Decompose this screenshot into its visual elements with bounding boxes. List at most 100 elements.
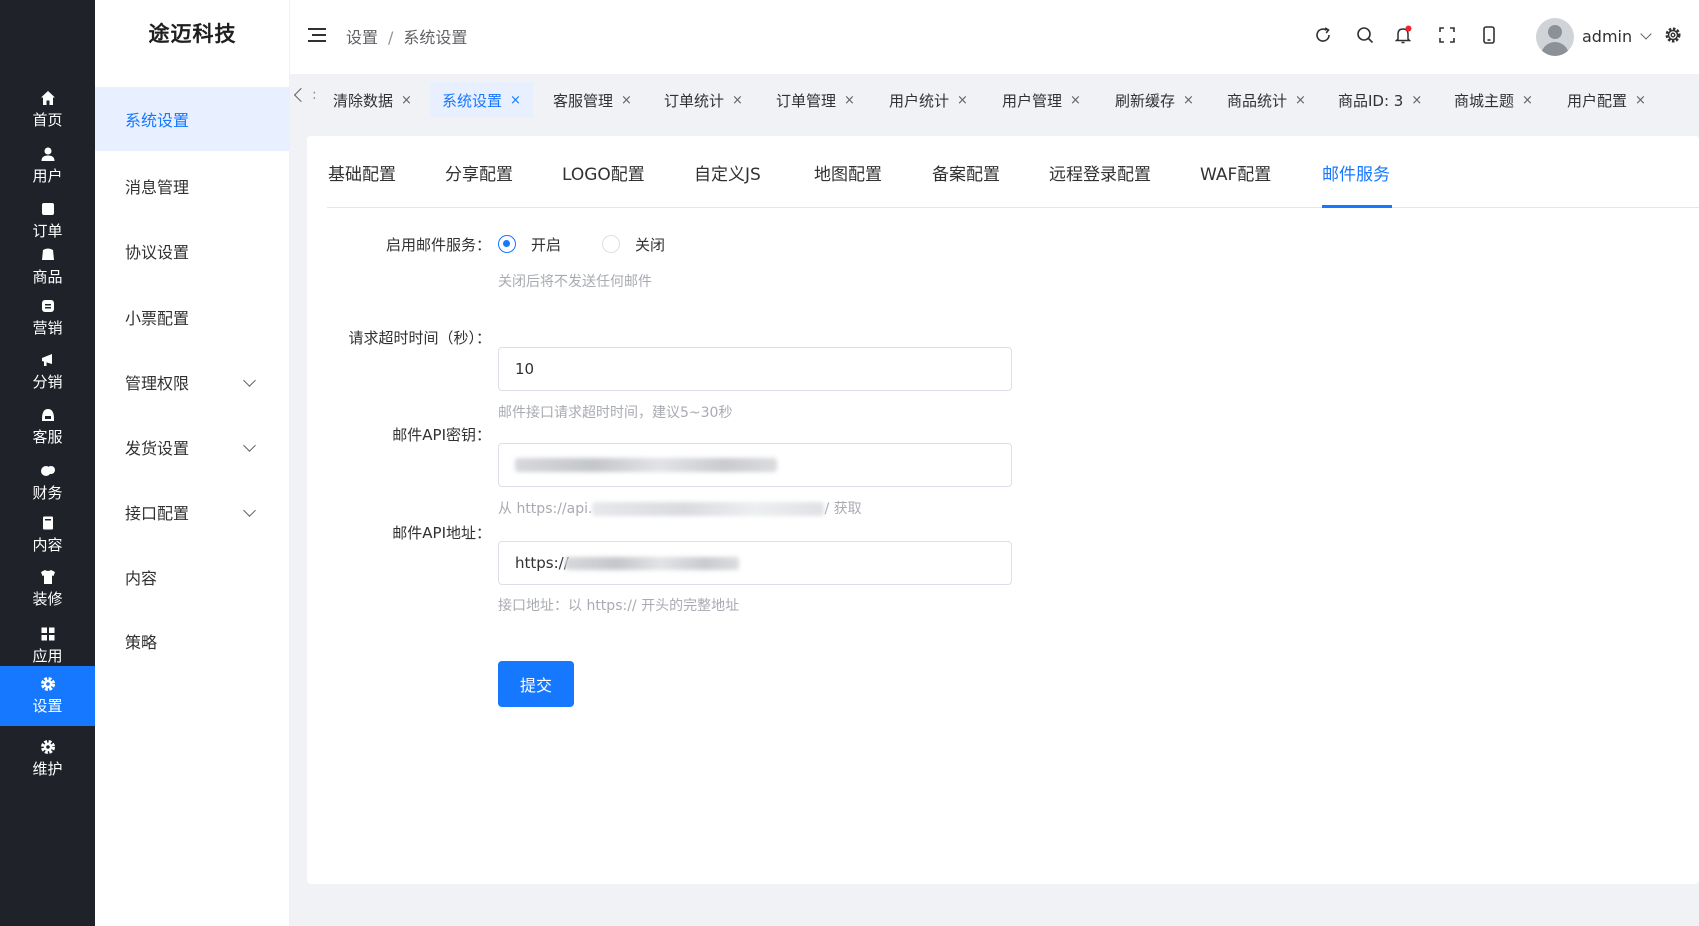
sidebar-item-interface[interactable]: 接口配置 — [95, 480, 290, 544]
timeout-input[interactable] — [498, 347, 1012, 391]
tab-mall-theme[interactable]: 商城主题 × — [1442, 82, 1545, 118]
rail-item-customer-service[interactable]: 客服 — [0, 396, 95, 458]
close-icon[interactable]: × — [1411, 93, 1422, 108]
rail-item-maintenance[interactable]: 维护 — [0, 728, 95, 790]
rail-item-user[interactable]: 用户 — [0, 135, 95, 197]
enable-mail-label: 启用邮件服务： — [385, 236, 491, 254]
breadcrumb-item[interactable]: 设置 — [346, 28, 378, 47]
close-icon[interactable]: × — [1295, 93, 1306, 108]
content-icon — [39, 515, 57, 531]
avatar[interactable] — [1536, 18, 1574, 56]
tab-order-management[interactable]: 订单管理 × — [764, 82, 867, 118]
close-icon[interactable]: × — [621, 93, 632, 108]
fullscreen-icon[interactable] — [1436, 24, 1458, 46]
tab-refresh-cache[interactable]: 刷新缓存 × — [1103, 82, 1206, 118]
breadcrumb-separator: / — [388, 28, 394, 47]
tab-label: 订单管理 — [776, 91, 837, 110]
close-icon[interactable]: × — [510, 93, 521, 108]
sidebar-item-receipt[interactable]: 小票配置 — [95, 285, 290, 349]
rail-item-content[interactable]: 内容 — [0, 504, 95, 566]
api-key-hint: 从 https://api. / 获取 — [498, 498, 862, 518]
top-header: 设置 / 系统设置 admin — [290, 0, 1699, 74]
tab-label: 商城主题 — [1454, 91, 1515, 110]
breadcrumb: 设置 / 系统设置 — [346, 24, 467, 48]
rail-item-settings[interactable]: 设置 — [0, 666, 95, 726]
submit-button[interactable]: 提交 — [498, 661, 574, 707]
tab-label: 系统设置 — [442, 91, 503, 110]
tab-remote-login-config[interactable]: 远程登录配置 — [1049, 160, 1151, 185]
close-icon[interactable]: × — [401, 93, 412, 108]
api-key-hint-suffix: / 获取 — [824, 501, 862, 517]
close-icon[interactable]: × — [957, 93, 968, 108]
rail-item-distribution[interactable]: 分销 — [0, 341, 95, 403]
tab-basic-config[interactable]: 基础配置 — [328, 160, 396, 185]
rail-item-home[interactable]: 首页 — [0, 79, 95, 141]
sidebar-item-label: 管理权限 — [125, 374, 190, 393]
tab-mail-service[interactable]: 邮件服务 — [1322, 160, 1390, 185]
menu-toggle-icon[interactable] — [308, 28, 326, 42]
tab-share-config[interactable]: 分享配置 — [445, 160, 513, 185]
search-icon[interactable] — [1354, 24, 1376, 46]
tab-filing-config[interactable]: 备案配置 — [932, 160, 1000, 185]
tab-waf-config[interactable]: WAF配置 — [1200, 160, 1271, 185]
bell-icon[interactable] — [1392, 24, 1414, 46]
tab-clear-data[interactable]: 清除数据 × — [321, 82, 424, 118]
radio-enable-on[interactable] — [498, 235, 516, 253]
sidebar-item-label: 消息管理 — [125, 178, 190, 197]
close-icon[interactable]: × — [844, 93, 855, 108]
tab-label: 刷新缓存 — [1115, 91, 1176, 110]
api-key-label: 邮件API密钥： — [392, 426, 491, 444]
tab-user-stats[interactable]: 用户统计 × — [877, 82, 980, 118]
sidebar-item-content[interactable]: 内容 — [95, 545, 290, 609]
tab-product-stats[interactable]: 商品统计 × — [1215, 82, 1318, 118]
tab-user-config[interactable]: 用户配置 × — [1555, 82, 1658, 118]
rail-label: 财务 — [32, 484, 63, 502]
sidebar-item-permissions[interactable]: 管理权限 — [95, 350, 290, 414]
rail-label: 装修 — [32, 590, 63, 608]
close-icon[interactable]: × — [1522, 93, 1533, 108]
tabs-divider — [327, 207, 1699, 208]
main-nav-rail: 首页 用户 订单 商品 营销 分销 客服 财务 内容 装修 应用 设置 维护 — [0, 0, 95, 926]
close-icon[interactable]: × — [732, 93, 743, 108]
rail-label: 应用 — [32, 647, 63, 665]
rail-label: 维护 — [32, 760, 63, 778]
gear-icon[interactable] — [1662, 24, 1684, 46]
sidebar-item-label: 小票配置 — [125, 309, 190, 328]
order-icon — [39, 201, 57, 217]
radio-enable-off[interactable] — [602, 235, 620, 253]
user-name[interactable]: admin — [1582, 27, 1632, 46]
api-url-label: 邮件API地址： — [392, 524, 491, 542]
tab-label: 用户配置 — [1567, 91, 1628, 110]
tab-product-id[interactable]: 商品ID: 3 × — [1326, 82, 1434, 118]
sidebar-item-message[interactable]: 消息管理 — [95, 154, 290, 218]
rail-item-decoration[interactable]: 装修 — [0, 558, 95, 620]
tab-customer-service[interactable]: 客服管理 × — [541, 82, 644, 118]
close-icon[interactable]: × — [1635, 93, 1646, 108]
tab-order-stats[interactable]: 订单统计 × — [652, 82, 755, 118]
radio-enable-on-label[interactable]: 开启 — [531, 234, 561, 255]
close-icon[interactable]: × — [1070, 93, 1081, 108]
tab-logo-config[interactable]: LOGO配置 — [562, 160, 645, 185]
gear-icon — [39, 676, 57, 692]
sidebar-item-strategy[interactable]: 策略 — [95, 609, 290, 673]
api-key-input[interactable] — [498, 443, 1012, 487]
chevron-down-icon[interactable] — [1640, 28, 1652, 40]
chevron-left-icon[interactable] — [293, 87, 309, 103]
sidebar-item-shipping[interactable]: 发货设置 — [95, 415, 290, 479]
tab-custom-js[interactable]: 自定义JS — [694, 160, 761, 185]
tab-map-config[interactable]: 地图配置 — [814, 160, 882, 185]
sidebar-item-system-settings[interactable]: 系统设置 — [95, 87, 290, 151]
mobile-preview-icon[interactable] — [1478, 24, 1500, 46]
tab-user-management[interactable]: 用户管理 × — [990, 82, 1093, 118]
sidebar-item-label: 协议设置 — [125, 243, 190, 262]
close-icon[interactable]: × — [1183, 93, 1194, 108]
api-url-input[interactable]: https:// — [498, 541, 1012, 585]
tab-system-settings[interactable]: 系统设置 × — [430, 82, 533, 118]
sidebar-item-agreement[interactable]: 协议设置 — [95, 219, 290, 283]
home-icon — [39, 90, 57, 106]
refresh-icon[interactable] — [1312, 24, 1334, 46]
radio-enable-off-label[interactable]: 关闭 — [635, 234, 665, 255]
rail-item-marketing[interactable]: 营销 — [0, 287, 95, 349]
api-url-hint: 接口地址：以 https:// 开头的完整地址 — [498, 598, 740, 614]
tab-label: 商品统计 — [1227, 91, 1288, 110]
